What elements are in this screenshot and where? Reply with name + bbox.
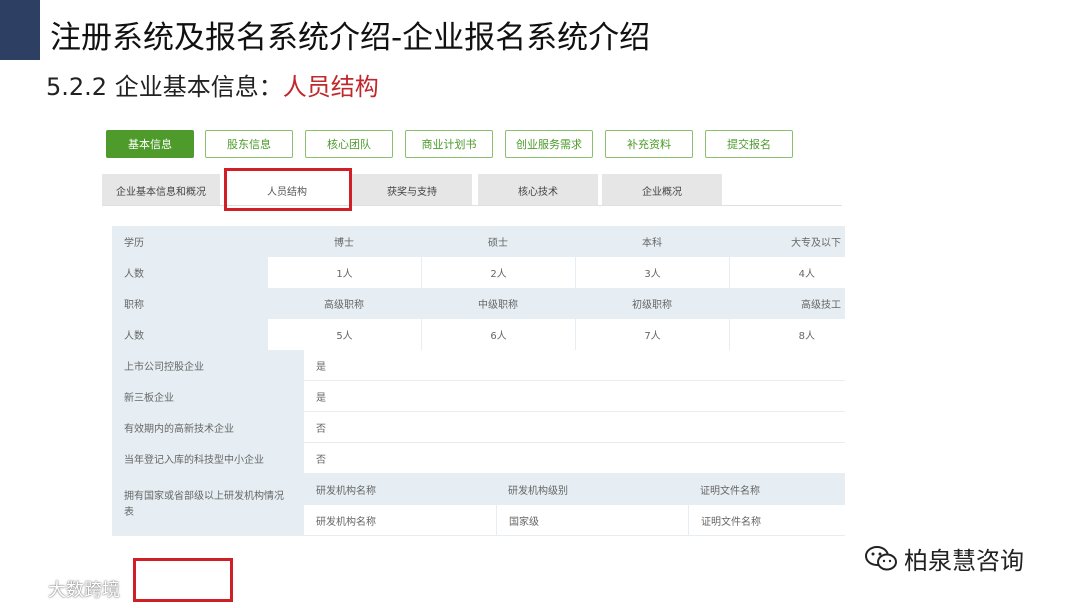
status-label: 新三板企业 bbox=[112, 381, 304, 412]
table-header: 高级技工 bbox=[729, 288, 845, 319]
brand-watermark: 大数跨境 bbox=[4, 576, 120, 602]
table-cell: 证明文件名称 bbox=[688, 505, 845, 536]
table-header: 研发机构级别 bbox=[496, 474, 688, 505]
table-cell: 3人 bbox=[575, 257, 729, 288]
table-header: 中级职称 bbox=[421, 288, 575, 319]
slide-subtitle: 5.2.2 企业基本信息：人员结构 bbox=[46, 67, 379, 102]
title-accent-bar bbox=[0, 0, 40, 60]
tab-submit-application[interactable]: 提交报名 bbox=[705, 130, 793, 158]
table-header: 大专及以下 bbox=[729, 226, 845, 257]
highlight-box-personnel-tab bbox=[224, 168, 352, 211]
table-cell: 2人 bbox=[421, 257, 575, 288]
tab-core-team[interactable]: 核心团队 bbox=[305, 130, 393, 158]
table-header: 证明文件名称 bbox=[688, 474, 845, 505]
tab-shareholder-info[interactable]: 股东信息 bbox=[205, 130, 293, 158]
education-label: 学历 bbox=[112, 226, 267, 257]
tab-supplementary-materials[interactable]: 补充资料 bbox=[605, 130, 693, 158]
status-value: 否 bbox=[304, 443, 845, 474]
status-value: 否 bbox=[304, 412, 845, 443]
table-row: 人数 5人 6人 7人 8人 bbox=[112, 319, 845, 350]
tab-basic-info[interactable]: 基本信息 bbox=[106, 130, 194, 158]
table-header: 高级职称 bbox=[267, 288, 421, 319]
highlight-box-edit-button bbox=[133, 558, 233, 602]
table-header: 硕士 bbox=[421, 226, 575, 257]
tab-startup-service-needs[interactable]: 创业服务需求 bbox=[505, 130, 593, 158]
personnel-table: 学历 博士 硕士 本科 大专及以下 人数 1人 2人 3人 4人 职称 高级职称… bbox=[112, 226, 845, 536]
status-value: 是 bbox=[304, 350, 845, 381]
subtab-awards-support[interactable]: 获奖与支持 bbox=[352, 174, 472, 206]
table-row: 上市公司控股企业 是 bbox=[112, 350, 845, 381]
embedded-screenshot: 基本信息 股东信息 核心团队 商业计划书 创业服务需求 补充资料 提交报名 企业… bbox=[100, 118, 845, 566]
table-row: 有效期内的高新技术企业 否 bbox=[112, 412, 845, 443]
table-cell: 6人 bbox=[421, 319, 575, 350]
wechat-account-name: 柏泉慧咨询 bbox=[904, 547, 1024, 575]
table-cell: 1人 bbox=[267, 257, 421, 288]
table-row: 新三板企业 是 bbox=[112, 381, 845, 412]
status-label: 上市公司控股企业 bbox=[112, 350, 304, 381]
table-cell: 国家级 bbox=[496, 505, 688, 536]
subtitle-highlight: 人员结构 bbox=[282, 73, 379, 101]
count-label: 人数 bbox=[112, 257, 267, 288]
title-rank-label: 职称 bbox=[112, 288, 267, 319]
sub-tab-bar: 企业基本信息和概况 人员结构 获奖与支持 核心技术 企业概况 bbox=[102, 174, 842, 206]
rd-label: 拥有国家或省部级以上研发机构情况表 bbox=[112, 474, 304, 536]
table-header: 研发机构名称 bbox=[304, 474, 496, 505]
subtab-core-technology[interactable]: 核心技术 bbox=[478, 174, 598, 206]
table-cell: 7人 bbox=[575, 319, 729, 350]
subtab-company-overview[interactable]: 企业基本信息和概况 bbox=[102, 174, 220, 206]
table-row: 人数 1人 2人 3人 4人 bbox=[112, 257, 845, 288]
table-row: 职称 高级职称 中级职称 初级职称 高级技工 bbox=[112, 288, 845, 319]
slide-title: 注册系统及报名系统介绍-企业报名系统介绍 bbox=[50, 20, 651, 56]
status-label: 当年登记入库的科技型中小企业 bbox=[112, 443, 304, 474]
table-row: 当年登记入库的科技型中小企业 否 bbox=[112, 443, 845, 474]
subtab-enterprise-profile[interactable]: 企业概况 bbox=[602, 174, 722, 206]
table-cell: 8人 bbox=[729, 319, 845, 350]
count-label: 人数 bbox=[112, 319, 267, 350]
tab-business-plan[interactable]: 商业计划书 bbox=[405, 130, 493, 158]
subtitle-prefix: 5.2.2 企业基本信息： bbox=[46, 73, 283, 101]
brand-name: 大数跨境 bbox=[48, 580, 120, 601]
wechat-watermark: 柏泉慧咨询 bbox=[864, 541, 1024, 576]
table-row: 学历 博士 硕士 本科 大专及以下 bbox=[112, 226, 845, 257]
table-cell: 4人 bbox=[729, 257, 845, 288]
tab-divider bbox=[102, 205, 842, 206]
table-header: 博士 bbox=[267, 226, 421, 257]
table-header: 初级职称 bbox=[575, 288, 729, 319]
table-cell: 研发机构名称 bbox=[304, 505, 496, 536]
status-value: 是 bbox=[304, 381, 845, 412]
table-row: 拥有国家或省部级以上研发机构情况表 研发机构名称 研发机构级别 证明文件名称 研… bbox=[112, 474, 845, 536]
brand-logo-icon bbox=[5, 582, 42, 596]
table-cell: 5人 bbox=[267, 319, 421, 350]
table-header: 本科 bbox=[575, 226, 729, 257]
wechat-icon bbox=[865, 545, 897, 570]
status-label: 有效期内的高新技术企业 bbox=[112, 412, 304, 443]
